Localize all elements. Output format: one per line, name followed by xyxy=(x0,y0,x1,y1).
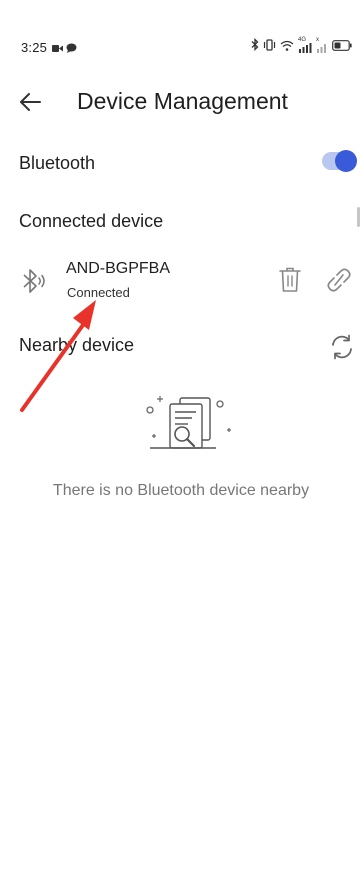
nearby-section-title: Nearby device xyxy=(19,335,135,355)
bluetooth-icon xyxy=(251,37,259,56)
delete-icon xyxy=(279,267,301,292)
status-bar: 3:25 4G x xyxy=(0,0,362,55)
signal-4g-icon: 4G xyxy=(298,37,312,53)
status-left-icons xyxy=(52,40,77,58)
chat-bubble-icon xyxy=(66,40,77,58)
bluetooth-label: Bluetooth xyxy=(19,153,96,173)
page-title: Device Management xyxy=(77,88,288,114)
device-name: AND-BGPFBA xyxy=(66,260,171,277)
connected-device-row[interactable]: AND-BGPFBA Connected xyxy=(0,252,362,308)
bluetooth-toggle[interactable] xyxy=(322,150,357,172)
vibrate-icon xyxy=(263,38,276,56)
signal-x-icon: x xyxy=(316,37,328,53)
device-status: Connected xyxy=(67,285,130,300)
back-button[interactable] xyxy=(18,90,44,114)
header: Device Management xyxy=(0,80,362,124)
document-search-icon xyxy=(140,388,236,456)
status-right-icons: 4G x xyxy=(251,37,352,56)
refresh-button[interactable] xyxy=(328,333,356,361)
scroll-indicator[interactable] xyxy=(357,207,360,227)
delete-device-button[interactable] xyxy=(278,266,302,294)
unlink-device-button[interactable] xyxy=(326,266,352,294)
unlink-icon xyxy=(327,268,351,292)
video-icon xyxy=(52,40,63,58)
wifi-icon xyxy=(280,38,294,56)
empty-state-text: There is no Bluetooth device nearby xyxy=(52,482,310,499)
toggle-knob xyxy=(335,150,357,172)
bluetooth-row: Bluetooth xyxy=(0,145,362,183)
battery-icon xyxy=(332,38,352,56)
status-time: 3:25 xyxy=(21,40,48,55)
arrow-left-icon xyxy=(20,93,41,111)
bluetooth-audio-icon xyxy=(22,266,48,296)
refresh-icon xyxy=(332,334,352,360)
connected-section-title: Connected device xyxy=(19,211,164,231)
